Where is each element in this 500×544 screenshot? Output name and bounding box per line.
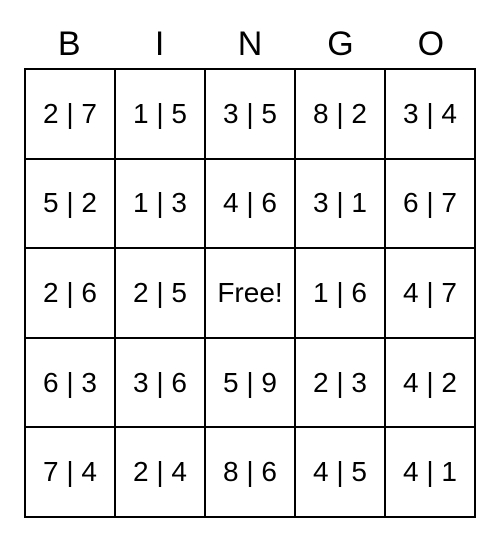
header-o: O — [386, 20, 476, 68]
bingo-cell[interactable]: 2 | 3 — [295, 338, 385, 428]
bingo-cell[interactable]: 2 | 4 — [115, 427, 205, 517]
bingo-card: B I N G O 2 | 7 1 | 5 3 | 5 8 | 2 3 | 4 … — [24, 20, 476, 518]
bingo-cell[interactable]: 4 | 6 — [205, 159, 295, 249]
bingo-cell[interactable]: 8 | 6 — [205, 427, 295, 517]
bingo-cell[interactable]: 3 | 6 — [115, 338, 205, 428]
bingo-cell[interactable]: 8 | 2 — [295, 69, 385, 159]
bingo-cell[interactable]: 3 | 1 — [295, 159, 385, 249]
bingo-cell[interactable]: 6 | 3 — [25, 338, 115, 428]
bingo-cell[interactable]: 4 | 7 — [385, 248, 475, 338]
header-g: G — [295, 20, 385, 68]
bingo-cell[interactable]: 6 | 7 — [385, 159, 475, 249]
bingo-cell[interactable]: 1 | 3 — [115, 159, 205, 249]
bingo-cell[interactable]: 4 | 5 — [295, 427, 385, 517]
bingo-cell[interactable]: 2 | 6 — [25, 248, 115, 338]
header-i: I — [114, 20, 204, 68]
bingo-cell[interactable]: 4 | 1 — [385, 427, 475, 517]
bingo-cell[interactable]: 7 | 4 — [25, 427, 115, 517]
bingo-cell[interactable]: 5 | 9 — [205, 338, 295, 428]
bingo-cell[interactable]: 5 | 2 — [25, 159, 115, 249]
bingo-cell[interactable]: 2 | 5 — [115, 248, 205, 338]
header-n: N — [205, 20, 295, 68]
bingo-grid: 2 | 7 1 | 5 3 | 5 8 | 2 3 | 4 5 | 2 1 | … — [24, 68, 476, 518]
bingo-cell[interactable]: 2 | 7 — [25, 69, 115, 159]
bingo-cell[interactable]: 3 | 4 — [385, 69, 475, 159]
bingo-cell[interactable]: 3 | 5 — [205, 69, 295, 159]
bingo-cell[interactable]: 1 | 5 — [115, 69, 205, 159]
bingo-cell-free[interactable]: Free! — [205, 248, 295, 338]
bingo-headers: B I N G O — [24, 20, 476, 68]
header-b: B — [24, 20, 114, 68]
bingo-cell[interactable]: 4 | 2 — [385, 338, 475, 428]
bingo-cell[interactable]: 1 | 6 — [295, 248, 385, 338]
